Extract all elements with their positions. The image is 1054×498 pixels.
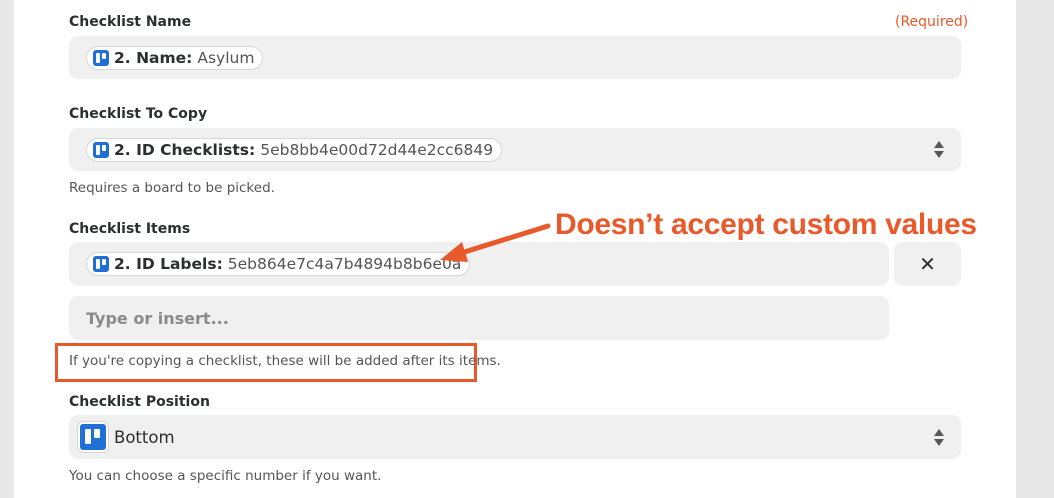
up-down-chevron-icon[interactable] xyxy=(933,139,945,161)
checklist-to-copy-chip[interactable]: 2. ID Checklists: 5eb8bb4e00d72d44e2cc68… xyxy=(86,138,503,162)
up-down-chevron-icon[interactable] xyxy=(933,427,945,449)
trello-icon xyxy=(93,50,109,66)
checklist-to-copy-select[interactable]: 2. ID Checklists: 5eb8bb4e00d72d44e2cc68… xyxy=(69,128,961,171)
input-placeholder: Type or insert... xyxy=(86,309,229,328)
annotation-arrow-icon xyxy=(440,223,551,262)
chip-key: 2. ID Labels: xyxy=(114,255,223,273)
trello-icon xyxy=(93,256,109,272)
trello-icon xyxy=(78,422,108,452)
checklist-item-input[interactable]: Type or insert... xyxy=(69,296,889,340)
checklist-position-label: Checklist Position xyxy=(69,394,210,410)
annotation-callout: Doesn’t accept custom values xyxy=(555,208,977,241)
position-value: Bottom xyxy=(114,428,175,447)
checklist-items-chip[interactable]: 2. ID Labels: 5eb864e7c4a7b4894b8b6e0a xyxy=(86,252,471,276)
checklist-items-label: Checklist Items xyxy=(69,221,191,237)
chip-key: 2. ID Checklists: xyxy=(114,141,256,159)
checklist-position-hint: You can choose a specific number if you … xyxy=(69,468,382,484)
chip-value: 5eb864e7c4a7b4894b8b6e0a xyxy=(227,255,462,273)
checklist-name-label: Checklist Name xyxy=(69,14,192,30)
checklist-to-copy-label: Checklist To Copy xyxy=(69,106,208,122)
checklist-position-select[interactable]: Bottom xyxy=(69,415,961,459)
checklist-items-hint: If you're copying a checklist, these wil… xyxy=(69,353,501,369)
checklist-name-chip[interactable]: 2. Name: Asylum xyxy=(86,46,264,70)
checklist-name-field[interactable]: 2. Name: Asylum xyxy=(69,36,961,79)
chip-key: 2. Name: xyxy=(114,49,193,67)
remove-item-button[interactable]: ✕ xyxy=(894,242,961,286)
chip-value: 5eb8bb4e00d72d44e2cc6849 xyxy=(260,141,494,159)
close-icon: ✕ xyxy=(919,252,936,276)
required-indicator: (Required) xyxy=(895,14,969,30)
trello-icon xyxy=(93,142,109,158)
checklist-to-copy-hint: Requires a board to be picked. xyxy=(69,180,275,196)
chip-value: Asylum xyxy=(197,49,255,67)
